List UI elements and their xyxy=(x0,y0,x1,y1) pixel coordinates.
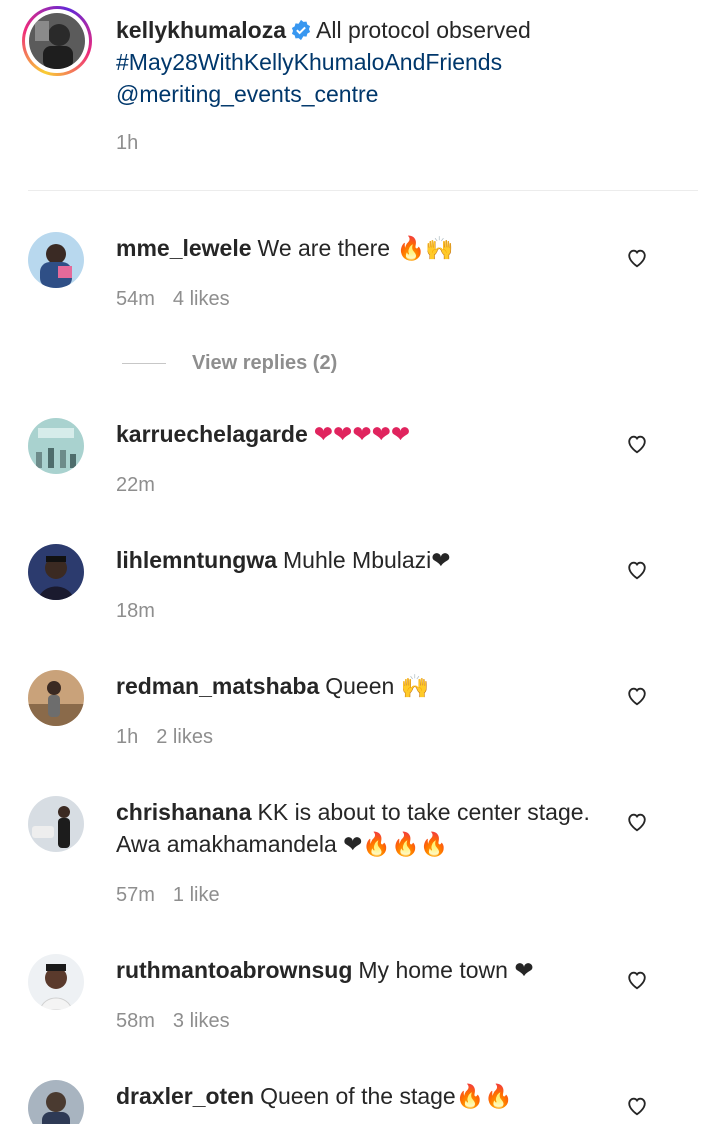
comment-likes[interactable]: 3 likes xyxy=(173,1010,230,1032)
story-ring[interactable] xyxy=(22,6,92,76)
comment-meta: 18m xyxy=(116,600,155,623)
heart-outline-icon[interactable] xyxy=(626,685,648,707)
avatar[interactable] xyxy=(28,954,84,1010)
comment-meta: 1h 2 likes xyxy=(116,726,213,749)
comment-time: 1h xyxy=(116,726,139,748)
comment-likes[interactable]: 2 likes xyxy=(156,726,213,748)
caption-text: kellykhumaloza All protocol observed #May… xyxy=(116,14,696,110)
comment-username[interactable]: lihlemntungwa xyxy=(116,547,277,573)
heart-outline-icon[interactable] xyxy=(626,247,648,269)
verified-badge-icon xyxy=(290,17,312,41)
comment-username[interactable]: mme_lewele xyxy=(116,235,252,261)
comment-body: My home town ❤ xyxy=(358,957,534,983)
avatar[interactable] xyxy=(28,796,84,852)
avatar[interactable] xyxy=(28,670,84,726)
comment-meta: 54m 4 likes xyxy=(116,288,230,311)
heart-outline-icon[interactable] xyxy=(626,969,648,991)
comment-username[interactable]: karruechelagarde xyxy=(116,421,308,447)
comment-likes[interactable]: 4 likes xyxy=(173,288,230,310)
comment-username[interactable]: draxler_oten xyxy=(116,1083,254,1109)
caption-body: All protocol observed xyxy=(316,17,531,43)
heart-outline-icon[interactable] xyxy=(626,811,648,833)
comment-text: lihlemntungwa Muhle Mbulazi❤ xyxy=(116,544,596,576)
heart-outline-icon[interactable] xyxy=(626,1095,648,1117)
comment-meta: 58m 3 likes xyxy=(116,1010,230,1033)
comment-likes[interactable]: 1 like xyxy=(173,884,220,906)
caption-mention[interactable]: @meriting_events_centre xyxy=(116,81,378,107)
comment-body: Queen 🙌 xyxy=(325,673,430,699)
comment-time: 54m xyxy=(116,288,155,310)
comment-username[interactable]: chrishanana xyxy=(116,799,252,825)
comment-body: Muhle Mbulazi❤ xyxy=(283,547,451,573)
comment-text: chrishanana KK is about to take center st… xyxy=(116,796,596,860)
comment-username[interactable]: ruthmantoabrownsug xyxy=(116,957,352,983)
comment-time: 57m xyxy=(116,884,155,906)
replies-line xyxy=(122,362,166,364)
heart-outline-icon[interactable] xyxy=(626,559,648,581)
comment-time: 22m xyxy=(116,474,155,496)
comment-username[interactable]: redman_matshaba xyxy=(116,673,319,699)
comment-time: 58m xyxy=(116,1010,155,1032)
comment-text: mme_lewele We are there 🔥🙌 xyxy=(116,232,596,264)
divider xyxy=(28,190,698,191)
avatar[interactable] xyxy=(29,13,85,69)
post-caption: kellykhumaloza All protocol observed #May… xyxy=(0,0,720,190)
comment-meta: 57m 1 like xyxy=(116,884,220,907)
comment-text: karruechelagarde ❤❤❤❤❤ xyxy=(116,418,596,450)
caption-username[interactable]: kellykhumaloza xyxy=(116,17,286,43)
comment-text: redman_matshaba Queen 🙌 xyxy=(116,670,596,702)
comment-body: Queen of the stage🔥🔥 xyxy=(260,1083,513,1109)
avatar[interactable] xyxy=(28,1080,84,1124)
comment-time: 18m xyxy=(116,600,155,622)
comment-meta: 22m xyxy=(116,474,155,497)
avatar[interactable] xyxy=(28,418,84,474)
caption-timestamp: 1h xyxy=(116,132,139,154)
avatar[interactable] xyxy=(28,544,84,600)
comment-text: draxler_oten Queen of the stage🔥🔥 xyxy=(116,1080,596,1112)
comment-text: ruthmantoabrownsug My home town ❤ xyxy=(116,954,596,986)
caption-hashtag[interactable]: #May28WithKellyKhumaloAndFriends xyxy=(116,49,502,75)
heart-outline-icon[interactable] xyxy=(626,433,648,455)
comment-body: We are there 🔥🙌 xyxy=(257,235,454,261)
avatar[interactable] xyxy=(28,232,84,288)
view-replies-label: View replies (2) xyxy=(192,351,338,374)
comment-body: ❤❤❤❤❤ xyxy=(313,421,411,447)
view-replies-button[interactable]: View replies (2) xyxy=(122,350,337,376)
